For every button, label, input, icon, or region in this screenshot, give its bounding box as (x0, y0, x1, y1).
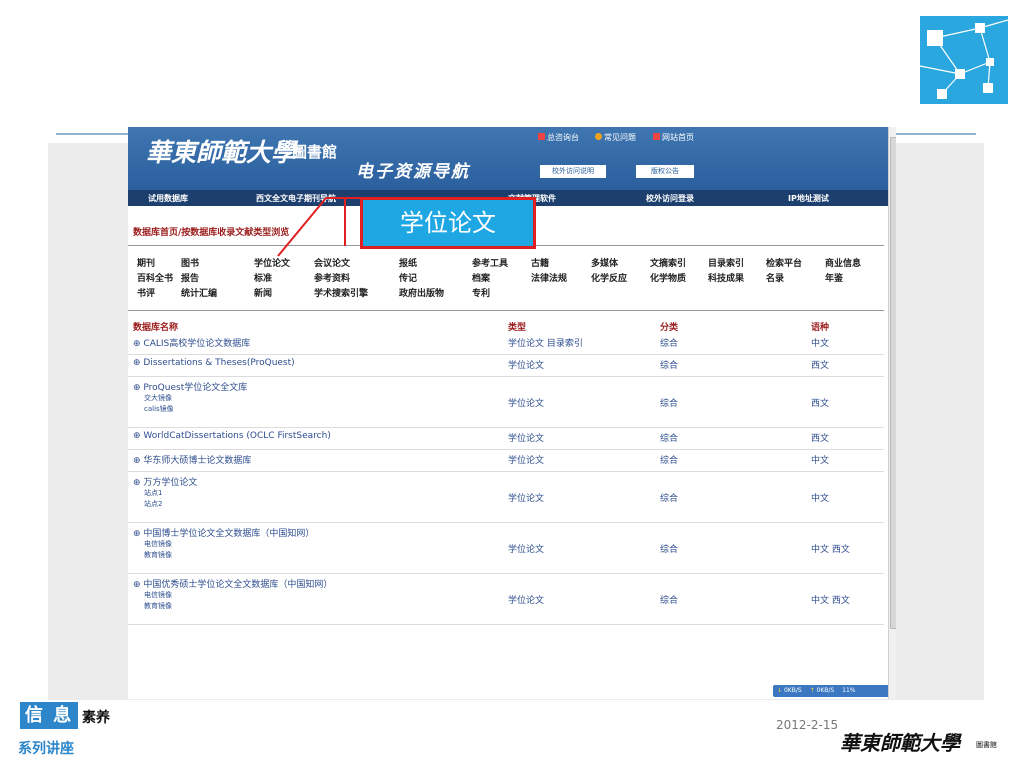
footer-logo: 華東師範大學 (840, 731, 960, 755)
annotation-line (277, 197, 327, 257)
callout-label: 学位论文 (360, 197, 536, 249)
info-badge: 信 息 (20, 702, 78, 729)
slide-date: 2012-2-15 (776, 718, 839, 732)
badge-suffix: 素养 (82, 710, 110, 726)
annotation-lines (277, 197, 362, 257)
footer-logo-small: 圖書館 (976, 741, 997, 749)
series-title: 系列讲座 (18, 741, 74, 757)
